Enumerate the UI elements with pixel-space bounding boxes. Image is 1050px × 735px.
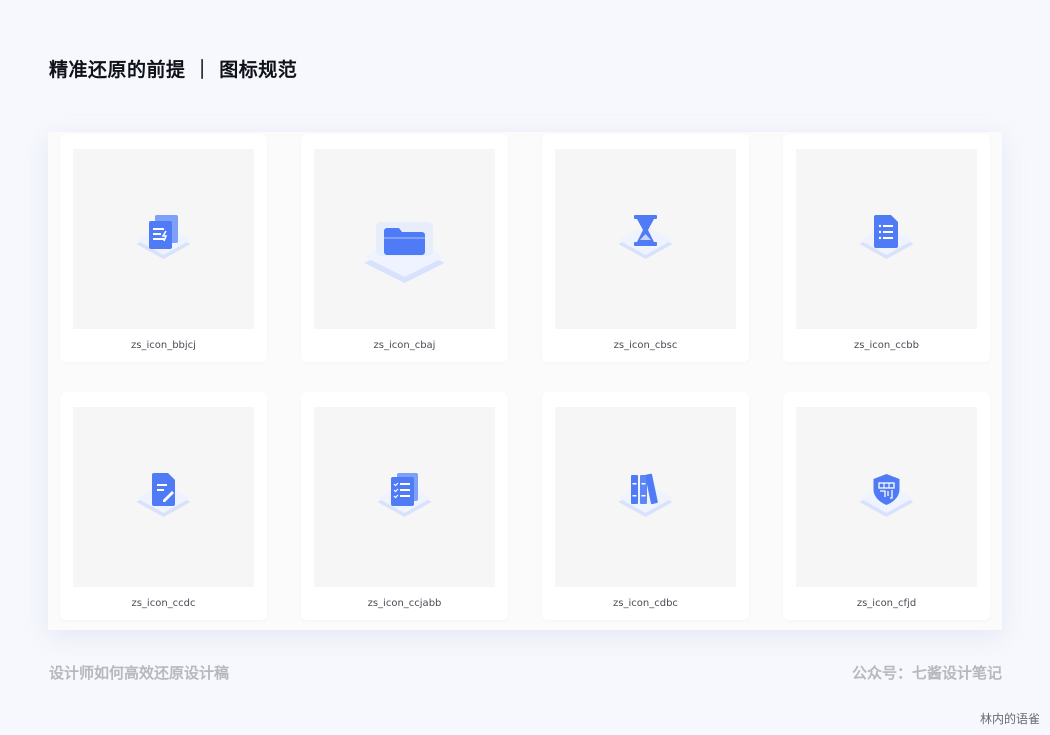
icon-card-ccjabb[interactable]: zs_icon_ccjabb	[301, 392, 508, 620]
icon-grid-panel: zs_icon_bbjcj zs_icon_cbaj zs_icon_cbsc …	[48, 132, 1002, 630]
icon-preview	[314, 149, 495, 329]
icon-card-cfjd[interactable]: zs_icon_cfjd	[783, 392, 990, 620]
list-document-icon	[859, 215, 914, 259]
document-stack-icon	[136, 215, 191, 259]
icon-card-cdbc[interactable]: zs_icon_cdbc	[542, 392, 749, 620]
icon-card-cbaj[interactable]: zs_icon_cbaj	[301, 134, 508, 362]
icon-name-label: zs_icon_cdbc	[613, 598, 678, 609]
icon-card-cbsc[interactable]: zs_icon_cbsc	[542, 134, 749, 362]
icon-name-label: zs_icon_ccdc	[131, 598, 196, 609]
hourglass-icon	[618, 215, 673, 259]
edit-document-icon	[136, 473, 191, 517]
icon-name-label: zs_icon_ccbb	[854, 340, 919, 351]
icon-card-ccdc[interactable]: zs_icon_ccdc	[60, 392, 267, 620]
checklist-document-icon	[377, 473, 432, 517]
icon-name-label: zs_icon_cfjd	[856, 598, 917, 609]
icon-name-label: zs_icon_bbjcj	[131, 340, 196, 351]
icon-name-label: zs_icon_cbsc	[613, 340, 678, 351]
icon-name-label: zs_icon_ccjabb	[367, 598, 442, 609]
footer-account: 公众号：七酱设计笔记	[851, 664, 1002, 682]
icon-preview	[555, 407, 736, 587]
icon-preview	[796, 149, 977, 329]
page-title: 精准还原的前提 ｜ 图标规范	[49, 59, 298, 81]
icon-preview	[73, 407, 254, 587]
footer-caption: 设计师如何高效还原设计稿	[49, 664, 230, 682]
icon-preview	[314, 407, 495, 587]
icon-card-ccbb[interactable]: zs_icon_ccbb	[783, 134, 990, 362]
icon-preview	[796, 407, 977, 587]
watermark: 林内的语雀	[979, 712, 1040, 726]
icon-preview	[73, 149, 254, 329]
icon-name-label: zs_icon_cbaj	[373, 340, 436, 351]
penalty-shield-icon	[859, 474, 914, 517]
icon-card-bbjcj[interactable]: zs_icon_bbjcj	[60, 134, 267, 362]
icon-preview	[555, 149, 736, 329]
folder-icon	[364, 222, 445, 283]
books-icon	[618, 473, 673, 517]
